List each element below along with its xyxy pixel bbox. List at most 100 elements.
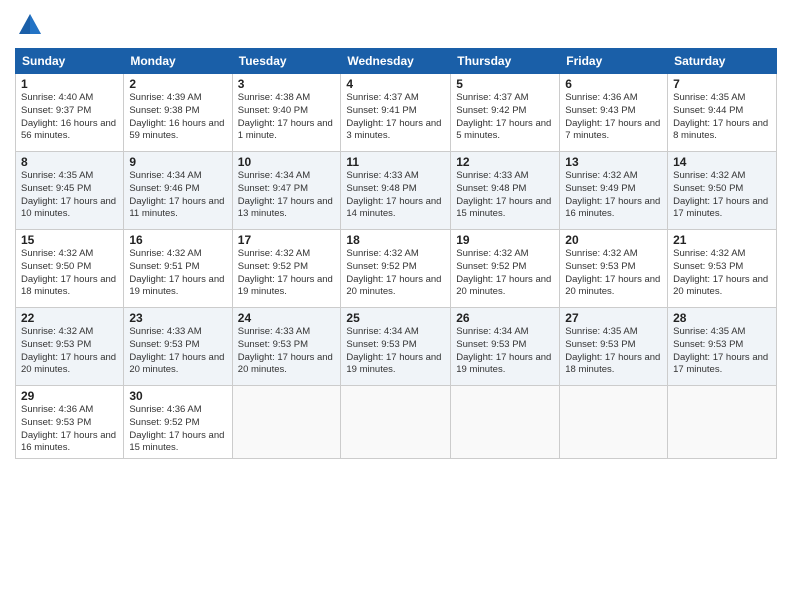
calendar-cell bbox=[668, 386, 777, 459]
calendar-header-wednesday: Wednesday bbox=[341, 49, 451, 74]
day-info: Sunrise: 4:36 AMSunset: 9:52 PMDaylight:… bbox=[129, 404, 224, 453]
day-number: 4 bbox=[346, 77, 445, 91]
day-number: 6 bbox=[565, 77, 662, 91]
day-info: Sunrise: 4:35 AMSunset: 9:53 PMDaylight:… bbox=[565, 326, 660, 375]
day-info: Sunrise: 4:32 AMSunset: 9:53 PMDaylight:… bbox=[565, 248, 660, 297]
calendar-week-1: 1 Sunrise: 4:40 AMSunset: 9:37 PMDayligh… bbox=[16, 74, 777, 152]
calendar-cell: 6 Sunrise: 4:36 AMSunset: 9:43 PMDayligh… bbox=[560, 74, 668, 152]
calendar-cell: 18 Sunrise: 4:32 AMSunset: 9:52 PMDaylig… bbox=[341, 230, 451, 308]
day-number: 28 bbox=[673, 311, 771, 325]
day-info: Sunrise: 4:33 AMSunset: 9:53 PMDaylight:… bbox=[238, 326, 333, 375]
calendar-week-4: 22 Sunrise: 4:32 AMSunset: 9:53 PMDaylig… bbox=[16, 308, 777, 386]
calendar-cell bbox=[451, 386, 560, 459]
calendar-week-2: 8 Sunrise: 4:35 AMSunset: 9:45 PMDayligh… bbox=[16, 152, 777, 230]
calendar-cell: 5 Sunrise: 4:37 AMSunset: 9:42 PMDayligh… bbox=[451, 74, 560, 152]
calendar-cell: 16 Sunrise: 4:32 AMSunset: 9:51 PMDaylig… bbox=[124, 230, 232, 308]
calendar-cell: 27 Sunrise: 4:35 AMSunset: 9:53 PMDaylig… bbox=[560, 308, 668, 386]
day-number: 15 bbox=[21, 233, 118, 247]
day-info: Sunrise: 4:35 AMSunset: 9:53 PMDaylight:… bbox=[673, 326, 768, 375]
day-number: 10 bbox=[238, 155, 336, 169]
day-number: 23 bbox=[129, 311, 226, 325]
day-number: 14 bbox=[673, 155, 771, 169]
day-number: 11 bbox=[346, 155, 445, 169]
calendar-week-5: 29 Sunrise: 4:36 AMSunset: 9:53 PMDaylig… bbox=[16, 386, 777, 459]
day-info: Sunrise: 4:40 AMSunset: 9:37 PMDaylight:… bbox=[21, 92, 116, 141]
calendar-header-friday: Friday bbox=[560, 49, 668, 74]
calendar-cell: 22 Sunrise: 4:32 AMSunset: 9:53 PMDaylig… bbox=[16, 308, 124, 386]
calendar-table: SundayMondayTuesdayWednesdayThursdayFrid… bbox=[15, 48, 777, 459]
calendar-cell: 23 Sunrise: 4:33 AMSunset: 9:53 PMDaylig… bbox=[124, 308, 232, 386]
calendar-cell: 28 Sunrise: 4:35 AMSunset: 9:53 PMDaylig… bbox=[668, 308, 777, 386]
calendar-cell: 7 Sunrise: 4:35 AMSunset: 9:44 PMDayligh… bbox=[668, 74, 777, 152]
header bbox=[15, 10, 777, 40]
day-number: 18 bbox=[346, 233, 445, 247]
day-info: Sunrise: 4:32 AMSunset: 9:51 PMDaylight:… bbox=[129, 248, 224, 297]
day-number: 29 bbox=[21, 389, 118, 403]
calendar-cell: 17 Sunrise: 4:32 AMSunset: 9:52 PMDaylig… bbox=[232, 230, 341, 308]
day-info: Sunrise: 4:34 AMSunset: 9:53 PMDaylight:… bbox=[346, 326, 441, 375]
day-info: Sunrise: 4:32 AMSunset: 9:50 PMDaylight:… bbox=[673, 170, 768, 219]
day-info: Sunrise: 4:36 AMSunset: 9:53 PMDaylight:… bbox=[21, 404, 116, 453]
day-number: 13 bbox=[565, 155, 662, 169]
logo bbox=[15, 10, 49, 40]
calendar-cell: 20 Sunrise: 4:32 AMSunset: 9:53 PMDaylig… bbox=[560, 230, 668, 308]
day-number: 20 bbox=[565, 233, 662, 247]
calendar-cell: 8 Sunrise: 4:35 AMSunset: 9:45 PMDayligh… bbox=[16, 152, 124, 230]
calendar-cell: 4 Sunrise: 4:37 AMSunset: 9:41 PMDayligh… bbox=[341, 74, 451, 152]
calendar-header-sunday: Sunday bbox=[16, 49, 124, 74]
calendar-cell: 19 Sunrise: 4:32 AMSunset: 9:52 PMDaylig… bbox=[451, 230, 560, 308]
day-number: 27 bbox=[565, 311, 662, 325]
calendar-header-saturday: Saturday bbox=[668, 49, 777, 74]
day-number: 9 bbox=[129, 155, 226, 169]
calendar-cell: 3 Sunrise: 4:38 AMSunset: 9:40 PMDayligh… bbox=[232, 74, 341, 152]
day-info: Sunrise: 4:34 AMSunset: 9:46 PMDaylight:… bbox=[129, 170, 224, 219]
calendar-cell: 24 Sunrise: 4:33 AMSunset: 9:53 PMDaylig… bbox=[232, 308, 341, 386]
day-info: Sunrise: 4:32 AMSunset: 9:52 PMDaylight:… bbox=[456, 248, 551, 297]
day-info: Sunrise: 4:34 AMSunset: 9:47 PMDaylight:… bbox=[238, 170, 333, 219]
calendar-cell bbox=[560, 386, 668, 459]
calendar-header-thursday: Thursday bbox=[451, 49, 560, 74]
day-info: Sunrise: 4:32 AMSunset: 9:50 PMDaylight:… bbox=[21, 248, 116, 297]
day-info: Sunrise: 4:32 AMSunset: 9:53 PMDaylight:… bbox=[21, 326, 116, 375]
day-number: 8 bbox=[21, 155, 118, 169]
calendar-cell: 14 Sunrise: 4:32 AMSunset: 9:50 PMDaylig… bbox=[668, 152, 777, 230]
calendar-cell bbox=[232, 386, 341, 459]
calendar-cell: 10 Sunrise: 4:34 AMSunset: 9:47 PMDaylig… bbox=[232, 152, 341, 230]
day-number: 7 bbox=[673, 77, 771, 91]
day-number: 12 bbox=[456, 155, 554, 169]
day-info: Sunrise: 4:32 AMSunset: 9:52 PMDaylight:… bbox=[238, 248, 333, 297]
calendar-header-monday: Monday bbox=[124, 49, 232, 74]
day-info: Sunrise: 4:35 AMSunset: 9:44 PMDaylight:… bbox=[673, 92, 768, 141]
day-number: 21 bbox=[673, 233, 771, 247]
calendar-cell: 26 Sunrise: 4:34 AMSunset: 9:53 PMDaylig… bbox=[451, 308, 560, 386]
calendar-header-tuesday: Tuesday bbox=[232, 49, 341, 74]
day-number: 3 bbox=[238, 77, 336, 91]
day-info: Sunrise: 4:33 AMSunset: 9:48 PMDaylight:… bbox=[346, 170, 441, 219]
calendar-header-row: SundayMondayTuesdayWednesdayThursdayFrid… bbox=[16, 49, 777, 74]
day-info: Sunrise: 4:33 AMSunset: 9:48 PMDaylight:… bbox=[456, 170, 551, 219]
calendar-cell: 11 Sunrise: 4:33 AMSunset: 9:48 PMDaylig… bbox=[341, 152, 451, 230]
calendar-cell: 29 Sunrise: 4:36 AMSunset: 9:53 PMDaylig… bbox=[16, 386, 124, 459]
day-info: Sunrise: 4:37 AMSunset: 9:41 PMDaylight:… bbox=[346, 92, 441, 141]
page: SundayMondayTuesdayWednesdayThursdayFrid… bbox=[0, 0, 792, 612]
day-number: 24 bbox=[238, 311, 336, 325]
day-info: Sunrise: 4:39 AMSunset: 9:38 PMDaylight:… bbox=[129, 92, 224, 141]
calendar-cell: 30 Sunrise: 4:36 AMSunset: 9:52 PMDaylig… bbox=[124, 386, 232, 459]
day-number: 2 bbox=[129, 77, 226, 91]
calendar-cell: 21 Sunrise: 4:32 AMSunset: 9:53 PMDaylig… bbox=[668, 230, 777, 308]
day-number: 26 bbox=[456, 311, 554, 325]
calendar-cell: 13 Sunrise: 4:32 AMSunset: 9:49 PMDaylig… bbox=[560, 152, 668, 230]
logo-icon bbox=[15, 10, 45, 40]
calendar-cell: 12 Sunrise: 4:33 AMSunset: 9:48 PMDaylig… bbox=[451, 152, 560, 230]
day-number: 25 bbox=[346, 311, 445, 325]
calendar-cell: 9 Sunrise: 4:34 AMSunset: 9:46 PMDayligh… bbox=[124, 152, 232, 230]
day-number: 5 bbox=[456, 77, 554, 91]
calendar-cell: 1 Sunrise: 4:40 AMSunset: 9:37 PMDayligh… bbox=[16, 74, 124, 152]
day-info: Sunrise: 4:37 AMSunset: 9:42 PMDaylight:… bbox=[456, 92, 551, 141]
day-info: Sunrise: 4:32 AMSunset: 9:52 PMDaylight:… bbox=[346, 248, 441, 297]
day-info: Sunrise: 4:35 AMSunset: 9:45 PMDaylight:… bbox=[21, 170, 116, 219]
day-info: Sunrise: 4:33 AMSunset: 9:53 PMDaylight:… bbox=[129, 326, 224, 375]
day-number: 1 bbox=[21, 77, 118, 91]
day-number: 30 bbox=[129, 389, 226, 403]
day-info: Sunrise: 4:36 AMSunset: 9:43 PMDaylight:… bbox=[565, 92, 660, 141]
